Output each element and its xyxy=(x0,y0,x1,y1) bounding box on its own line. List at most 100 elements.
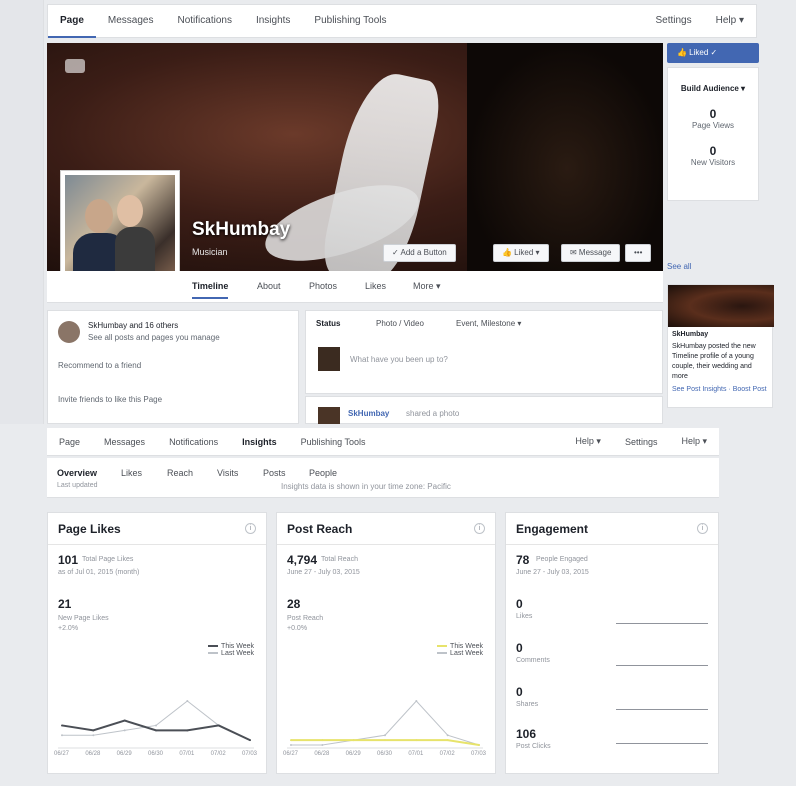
post-reach-label: Post Reach xyxy=(287,615,324,622)
x-tick-label: 07/02 xyxy=(210,751,226,757)
tab-publishing-tools[interactable]: Publishing Tools xyxy=(302,4,398,38)
timezone-note: Insights data is shown in your time zone… xyxy=(281,482,451,491)
add-button-button[interactable]: ✓ Add a Button xyxy=(383,244,456,262)
data-point xyxy=(384,739,386,742)
recommend-link[interactable]: Recommend to a friend xyxy=(58,361,141,370)
data-point xyxy=(123,729,126,732)
tab-posts[interactable]: Posts xyxy=(263,468,286,478)
data-point xyxy=(92,729,95,732)
right-column: 👍 Liked ✓ Build Audience ▾ 0 Page Views … xyxy=(667,43,759,201)
more-options-button[interactable]: ••• xyxy=(625,244,652,262)
tab-about[interactable]: About xyxy=(257,281,281,291)
tab-visits[interactable]: Visits xyxy=(217,468,238,478)
data-point xyxy=(61,734,63,737)
x-tick-label: 06/29 xyxy=(116,751,132,757)
post-avatar[interactable] xyxy=(318,407,340,424)
sparkline xyxy=(616,743,708,744)
ad-link[interactable]: See Post Insights · Boost Post xyxy=(668,382,772,397)
left-column: SkHumbay and 16 others See all posts and… xyxy=(47,310,299,424)
x-tick-label: 07/02 xyxy=(439,751,455,757)
sparkline xyxy=(616,709,708,710)
total-page-likes-value: 101 xyxy=(58,553,79,567)
page-stats-box: Build Audience ▾ 0 Page Views 0 New Visi… xyxy=(667,67,759,201)
insights-subnav: Overview Likes Reach Visits Posts People… xyxy=(47,458,719,498)
post-reach-chart xyxy=(287,700,483,749)
help-link[interactable]: Help ▾ xyxy=(669,436,719,447)
tab-timeline[interactable]: Timeline xyxy=(192,281,229,299)
tab-more[interactable]: More ▾ xyxy=(413,281,441,292)
x-tick-label: 07/03 xyxy=(242,751,258,757)
tab-page[interactable]: Page xyxy=(48,4,96,38)
data-point xyxy=(61,724,63,727)
insights-screenshot: Page Messages Notifications Insights Pub… xyxy=(0,426,796,786)
invite-friends-link[interactable]: Invite friends to like this Page xyxy=(58,395,162,404)
data-point xyxy=(321,739,324,742)
x-tick-label: 06/27 xyxy=(283,751,299,757)
info-icon[interactable]: i xyxy=(474,523,485,534)
photo-video-tab[interactable]: Photo / Video xyxy=(376,319,424,328)
data-point xyxy=(290,739,292,742)
tab-people[interactable]: People xyxy=(309,468,337,478)
info-icon[interactable]: i xyxy=(245,523,256,534)
new-page-likes-sub: +2.0% xyxy=(58,625,79,632)
data-point xyxy=(155,729,157,732)
data-point xyxy=(415,700,418,702)
new-page-likes-label: New Page Likes xyxy=(58,615,109,622)
see-all-link[interactable]: See all xyxy=(667,262,691,271)
comments-label: Comments xyxy=(516,657,550,664)
x-tick-label: 07/01 xyxy=(179,751,195,757)
tab-publishing-tools[interactable]: Publishing Tools xyxy=(289,437,378,447)
post-author[interactable]: SkHumbay xyxy=(348,409,389,418)
data-point xyxy=(123,719,126,722)
card-title: Page Likes xyxy=(58,522,121,536)
liked-button[interactable]: 👍 Liked ▾ xyxy=(493,244,549,262)
tab-reach[interactable]: Reach xyxy=(167,468,193,478)
tab-insights[interactable]: Insights xyxy=(244,4,302,38)
tab-likes[interactable]: Likes xyxy=(365,281,386,291)
page-subnav: Timeline About Photos Likes More ▾ xyxy=(47,271,663,303)
help-link[interactable]: Help ▾ xyxy=(563,436,613,447)
shares-label: Shares xyxy=(516,701,539,708)
post-meta: shared a photo xyxy=(406,409,460,418)
info-icon[interactable]: i xyxy=(697,523,708,534)
stat-value: 0 xyxy=(709,144,717,158)
likes-value: 0 xyxy=(516,597,523,611)
legend-this-week: This Week xyxy=(221,643,254,650)
composer-input[interactable]: What have you been up to? xyxy=(350,355,448,364)
data-point xyxy=(446,739,449,742)
composer-avatar xyxy=(318,347,340,371)
tab-page[interactable]: Page xyxy=(47,437,92,447)
tab-messages[interactable]: Messages xyxy=(96,4,166,38)
tab-likes[interactable]: Likes xyxy=(121,468,142,478)
status-tab[interactable]: Status xyxy=(316,319,340,328)
x-tick-label: 07/01 xyxy=(408,751,424,757)
tab-overview[interactable]: Overview xyxy=(57,468,97,478)
tab-insights[interactable]: Insights xyxy=(230,437,289,447)
message-button[interactable]: ✉ Message xyxy=(561,244,621,262)
tab-photos[interactable]: Photos xyxy=(309,281,337,291)
build-audience-button[interactable]: Build Audience ▾ xyxy=(668,68,758,93)
last-week-line xyxy=(62,700,251,741)
likes-label: Likes xyxy=(516,613,533,620)
camera-icon[interactable] xyxy=(65,59,85,73)
data-point xyxy=(186,729,189,732)
settings-link[interactable]: Settings xyxy=(613,437,670,447)
people-engaged-value: 78 xyxy=(516,553,530,567)
data-point xyxy=(186,700,189,702)
right-ad[interactable]: SkHumbay SkHumbay posted the new Timelin… xyxy=(667,284,774,408)
settings-link[interactable]: Settings xyxy=(643,4,703,38)
liked-page-button[interactable]: 👍 Liked ✓ xyxy=(667,43,759,63)
owner-sub: See all posts and pages you manage xyxy=(88,333,220,342)
event-milestone-tab[interactable]: Event, Milestone ▾ xyxy=(456,319,521,328)
data-point xyxy=(478,744,480,746)
x-tick-label: 06/29 xyxy=(345,751,361,757)
tab-notifications[interactable]: Notifications xyxy=(165,4,243,38)
help-link[interactable]: Help ▾ xyxy=(704,4,756,38)
page-likes-card: Page Likes i 101 Total Page Likes as of J… xyxy=(47,512,267,774)
data-point xyxy=(249,739,251,742)
tab-messages[interactable]: Messages xyxy=(92,437,157,447)
chart-legend: This Week Last Week xyxy=(208,643,254,657)
card-title: Engagement xyxy=(516,522,589,536)
tab-notifications[interactable]: Notifications xyxy=(157,437,230,447)
avatar[interactable] xyxy=(58,321,80,343)
